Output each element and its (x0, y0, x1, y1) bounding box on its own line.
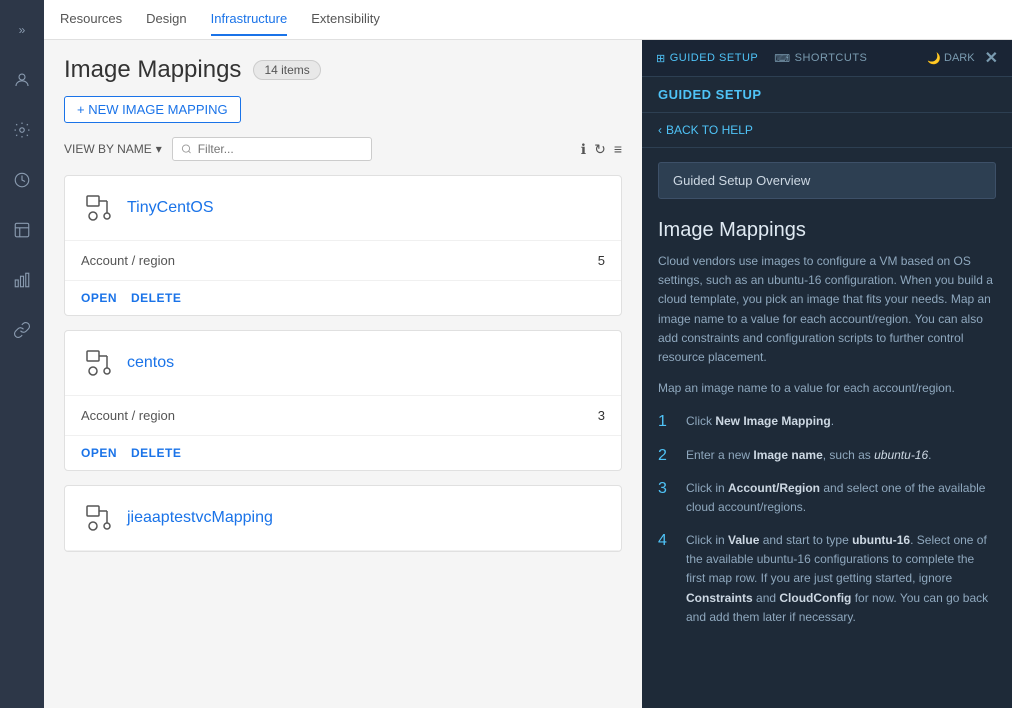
search-icon (181, 143, 192, 155)
chevron-down-icon: ▾ (156, 142, 162, 156)
chevron-left-icon: ‹ (658, 123, 662, 137)
step-2-text: Enter a new Image name, such as ubuntu-1… (686, 446, 932, 465)
card-centos: centos Account / region 3 OPEN DELETE (64, 330, 622, 471)
step-3-text: Click in Account/Region and select one o… (686, 479, 996, 517)
back-to-help-label: BACK TO HELP (666, 123, 753, 137)
card-tinycentos-delete[interactable]: DELETE (131, 291, 181, 305)
card-tinycentos-header: TinyCentOS (65, 176, 621, 241)
guided-title-row: GUIDED SETUP (642, 77, 1012, 113)
close-button[interactable]: ✕ (985, 48, 998, 68)
guided-setup-icon: ⊞ (656, 52, 666, 65)
tab-shortcuts[interactable]: ⌨ SHORTCUTS (774, 52, 867, 65)
step-3: 3 Click in Account/Region and select one… (658, 479, 996, 517)
guided-section-title: Image Mappings (658, 219, 996, 242)
guided-content: Image Mappings Cloud vendors use images … (642, 209, 1012, 651)
mapping-icon-jieaapt (81, 500, 117, 536)
mapping-icon-tinycentos (81, 190, 117, 226)
shortcuts-icon: ⌨ (774, 52, 790, 65)
guided-setup-panel: ⊞ GUIDED SETUP ⌨ SHORTCUTS 🌙 DARK ✕ (642, 40, 1012, 708)
left-panel: Image Mappings 14 items + NEW IMAGE MAPP… (44, 40, 642, 708)
nav-infrastructure[interactable]: Infrastructure (211, 3, 288, 36)
toolbar-icons: ℹ ↻ ≡ (581, 141, 622, 158)
card-centos-delete[interactable]: DELETE (131, 446, 181, 460)
sidebar-clock-icon[interactable] (6, 164, 38, 196)
guided-setup-header: ⊞ GUIDED SETUP ⌨ SHORTCUTS 🌙 DARK ✕ (642, 40, 1012, 77)
card-tinycentos-actions: OPEN DELETE (65, 281, 621, 315)
sidebar-link-icon[interactable] (6, 314, 38, 346)
step-1-text: Click New Image Mapping. (686, 412, 834, 431)
step-3-num: 3 (658, 480, 674, 517)
card-tinycentos: TinyCentOS Account / region 5 OPEN DELET… (64, 175, 622, 316)
new-image-mapping-button[interactable]: + NEW IMAGE MAPPING (64, 96, 241, 123)
items-badge: 14 items (253, 60, 320, 80)
mapping-icon-centos (81, 345, 117, 381)
card-centos-meta-value: 3 (598, 408, 605, 423)
top-nav: Resources Design Infrastructure Extensib… (44, 0, 1012, 40)
card-tinycentos-meta-label: Account / region (81, 253, 175, 268)
page-header: Image Mappings 14 items (64, 56, 622, 84)
view-by-dropdown[interactable]: VIEW BY NAME ▾ (64, 142, 162, 156)
card-centos-body: Account / region 3 (65, 396, 621, 436)
sidebar-chart-icon[interactable] (6, 264, 38, 296)
card-tinycentos-body: Account / region 5 (65, 241, 621, 281)
step-1: 1 Click New Image Mapping. (658, 412, 996, 431)
guided-main-title: GUIDED SETUP (658, 87, 762, 102)
toolbar: VIEW BY NAME ▾ ℹ ↻ ≡ (64, 137, 622, 161)
nav-extensibility[interactable]: Extensibility (311, 3, 380, 36)
card-tinycentos-meta-value: 5 (598, 253, 605, 268)
card-tinycentos-title[interactable]: TinyCentOS (127, 199, 214, 217)
guided-setup-tab-label: GUIDED SETUP (670, 52, 759, 64)
setup-overview-button[interactable]: Guided Setup Overview (658, 162, 996, 199)
view-by-label: VIEW BY NAME (64, 142, 152, 156)
step-2: 2 Enter a new Image name, such as ubuntu… (658, 446, 996, 465)
step-1-num: 1 (658, 413, 674, 431)
step-2-num: 2 (658, 447, 674, 465)
guided-description: Cloud vendors use images to configure a … (658, 252, 996, 367)
main-wrapper: Resources Design Infrastructure Extensib… (44, 0, 1012, 708)
sidebar-expand-icon[interactable]: » (6, 14, 38, 46)
shortcuts-tab-label: SHORTCUTS (795, 52, 868, 64)
card-centos-meta-label: Account / region (81, 408, 175, 423)
card-tinycentos-meta: Account / region 5 (81, 253, 605, 268)
card-tinycentos-open[interactable]: OPEN (81, 291, 117, 305)
filter-input[interactable] (198, 142, 363, 156)
guided-controls: 🌙 DARK ✕ (927, 48, 998, 68)
tab-guided-setup[interactable]: ⊞ GUIDED SETUP (656, 52, 758, 65)
content-split: Image Mappings 14 items + NEW IMAGE MAPP… (44, 40, 1012, 708)
sidebar-users-icon[interactable] (6, 64, 38, 96)
sidebar: » (0, 0, 44, 708)
dark-label: DARK (944, 52, 975, 64)
card-jieaapt-header: jieaaptestvcMapping (65, 486, 621, 551)
guided-description2: Map an image name to a value for each ac… (658, 379, 996, 398)
moon-icon: 🌙 (927, 52, 941, 65)
filter-input-wrapper[interactable] (172, 137, 372, 161)
card-centos-header: centos (65, 331, 621, 396)
card-centos-title[interactable]: centos (127, 354, 174, 372)
card-jieaapt-title[interactable]: jieaaptestvcMapping (127, 509, 273, 527)
page-title: Image Mappings (64, 56, 241, 84)
dark-mode-button[interactable]: 🌙 DARK (927, 52, 974, 65)
guided-tabs: ⊞ GUIDED SETUP ⌨ SHORTCUTS (656, 52, 867, 65)
refresh-icon[interactable]: ↻ (594, 141, 606, 158)
nav-design[interactable]: Design (146, 3, 186, 36)
info-icon[interactable]: ℹ (581, 141, 586, 158)
step-4-text: Click in Value and start to type ubuntu-… (686, 531, 996, 627)
card-jieaapt: jieaaptestvcMapping (64, 485, 622, 552)
sidebar-settings-icon[interactable] (6, 114, 38, 146)
card-centos-meta: Account / region 3 (81, 408, 605, 423)
card-centos-open[interactable]: OPEN (81, 446, 117, 460)
nav-resources[interactable]: Resources (60, 3, 122, 36)
step-4-num: 4 (658, 532, 674, 627)
step-4: 4 Click in Value and start to type ubunt… (658, 531, 996, 627)
list-view-icon[interactable]: ≡ (614, 141, 622, 157)
card-centos-actions: OPEN DELETE (65, 436, 621, 470)
back-to-help-link[interactable]: ‹ BACK TO HELP (642, 113, 1012, 148)
sidebar-box-icon[interactable] (6, 214, 38, 246)
